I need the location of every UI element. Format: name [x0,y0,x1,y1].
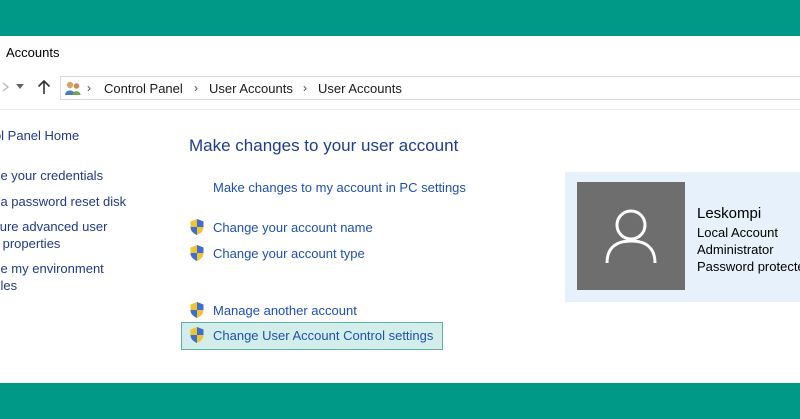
bottom-band [0,383,800,419]
breadcrumb-separator-icon[interactable]: › [87,81,91,95]
page-title: Make changes to your user account [189,136,459,155]
top-band [0,0,800,36]
change-uac-settings-link[interactable]: Change User Account Control settings [213,328,433,343]
user-name: Leskompi [697,205,762,222]
sidebar-item-password-reset-disk[interactable]: te a password reset disk [0,194,126,210]
user-accounts-icon [64,80,82,96]
sidebar-item-control-panel-home[interactable]: trol Panel Home [0,128,79,144]
account-type-label: Local Account [697,225,778,240]
uac-shield-icon [189,244,205,262]
breadcrumb-control-panel[interactable]: Control Panel [104,81,183,96]
sidebar-item-label: nge my environment [0,261,104,276]
pc-settings-link[interactable]: Make changes to my account in PC setting… [213,180,466,195]
window-title: Accounts [6,45,60,60]
navigation-bar: › Control Panel › User Accounts › User A… [0,74,800,102]
sidebar-item-label: ile properties [0,236,61,251]
sidebar-item-manage-credentials[interactable]: age your credentials [0,168,103,184]
account-role-label: Administrator [697,242,774,257]
sidebar-item-label: ables [0,278,18,293]
breadcrumb-user-accounts-current[interactable]: User Accounts [318,81,402,96]
up-arrow-icon[interactable] [36,78,52,96]
change-account-name-link[interactable]: Change your account name [213,220,373,235]
breadcrumb-user-accounts[interactable]: User Accounts [209,81,293,96]
password-status-label: Password protected [697,259,800,274]
uac-shield-icon [189,218,205,236]
uac-shield-icon [189,301,205,319]
user-icon [605,209,657,264]
uac-shield-icon [189,326,205,344]
forward-icon[interactable] [0,78,14,96]
header-divider [0,109,800,110]
sidebar-item-label: figure advanced user [0,219,108,234]
title-bar: Accounts [0,36,800,68]
control-panel-window: Accounts › Control Panel › User Accounts… [0,36,800,383]
breadcrumb-separator-icon[interactable]: › [194,81,198,95]
manage-another-account-link[interactable]: Manage another account [213,303,357,318]
breadcrumb-separator-icon[interactable]: › [303,81,307,95]
address-bar[interactable]: › Control Panel › User Accounts › User A… [60,76,800,100]
user-account-panel: Leskompi Local Account Administrator Pas… [565,172,800,302]
recent-dropdown-icon[interactable] [14,78,26,96]
avatar [577,182,685,290]
change-account-type-link[interactable]: Change your account type [213,246,365,261]
